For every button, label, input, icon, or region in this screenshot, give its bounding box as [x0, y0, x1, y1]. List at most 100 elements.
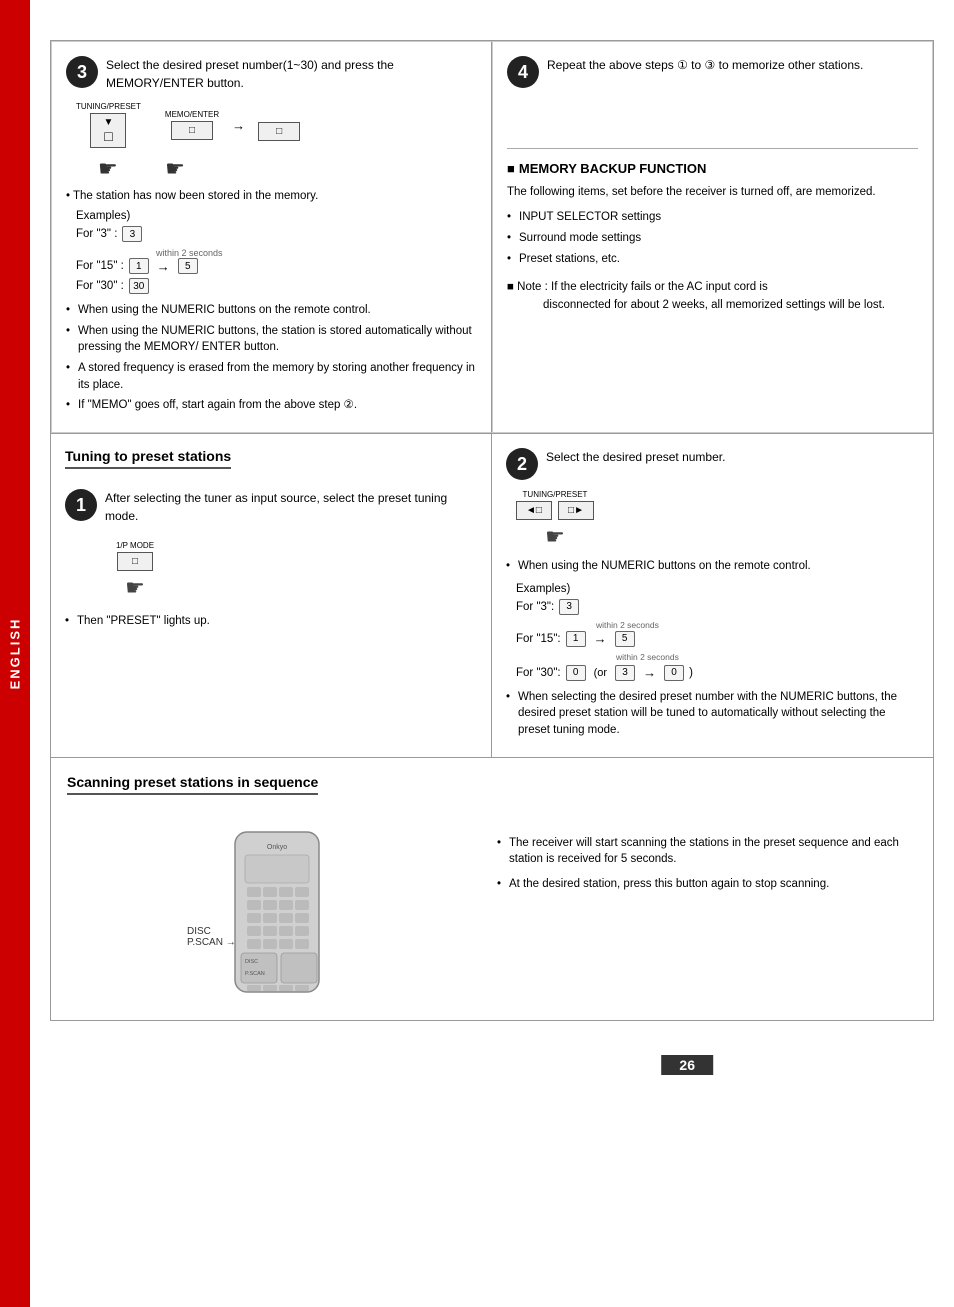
step2-num30-0: 0 [566, 665, 586, 681]
step2-bullets: When using the NUMERIC buttons on the re… [506, 558, 919, 575]
step2-for3-label: For "3": [516, 601, 554, 613]
tuning-grid: Tuning to preset stations 1 After select… [50, 434, 934, 758]
step1-bullet: Then "PRESET" lights up. [65, 613, 477, 630]
tuning-preset-btn-col: TUNING/PRESET ▼□ [76, 102, 141, 148]
step2-arrow: → [594, 631, 607, 646]
within2-label1: within 2 seconds [156, 248, 223, 258]
station-stored-bullet: • The station has now been stored in the… [66, 190, 477, 202]
step2-text: Select the desired preset number. [546, 448, 725, 466]
remote-svg: Onkyo [227, 827, 327, 997]
memory-backup-title: MEMORY BACKUP FUNCTION [507, 161, 918, 176]
num-btn-5: 5 [178, 258, 198, 274]
hand-icon-1: ☛ [98, 156, 118, 181]
backup-item-2: Preset stations, etc. [507, 251, 918, 268]
step2-within2b: within 2 seconds [616, 652, 679, 662]
bullet-erase: A stored frequency is erased from the me… [66, 360, 477, 393]
step2-for30: For "30": 0 (or 3 within 2 seconds → 0 ) [516, 651, 919, 681]
step2-hand: ☛ [545, 524, 565, 550]
manual-page: ENGLISH 3 Select the desired preset numb… [0, 0, 954, 1307]
memory-backup-items: INPUT SELECTOR settings Surround mode se… [507, 209, 918, 267]
for3-label: For "3" : [76, 228, 117, 240]
step2-btn-left: ◄□ [516, 501, 552, 520]
bullet-numeric-remote: When using the NUMERIC buttons on the re… [66, 302, 477, 319]
step3-header: 3 Select the desired preset number(1~30)… [66, 56, 477, 92]
step1-header: 1 After selecting the tuner as input sou… [65, 489, 477, 525]
memory-backup-intro: The following items, set before the rece… [507, 184, 918, 201]
memo-btn2: □ [258, 122, 300, 141]
step2-final-bullets: When selecting the desired preset number… [506, 689, 919, 739]
memo-enter-btn-col: MEMO/ENTER □ [165, 110, 219, 140]
scan-heading: Scanning preset stations in sequence [67, 774, 318, 795]
scanning-section: Scanning preset stations in sequence Onk… [50, 758, 934, 1021]
tuning-step2-cell: 2 Select the desired preset number. TUNI… [492, 434, 933, 757]
memory-backup-section: MEMORY BACKUP FUNCTION The following ite… [507, 148, 918, 315]
step3-text: Select the desired preset number(1~30) a… [106, 56, 477, 92]
mode-btn-group: 1/P MODE □ ☛ [105, 541, 165, 601]
step2-num1: 1 [566, 631, 586, 647]
step4-circle: 4 [507, 56, 539, 88]
remote-area: Onkyo [67, 817, 487, 1000]
memo-enter-label: MEMO/ENTER [165, 110, 219, 119]
bullet-auto-store: When using the NUMERIC buttons, the stat… [66, 323, 477, 356]
step4-memory-cell: 4 Repeat the above steps ① to ③ to memor… [492, 41, 933, 433]
step1-container: 1 After selecting the tuner as input sou… [65, 489, 477, 630]
step4-header: 4 Repeat the above steps ① to ③ to memor… [507, 56, 918, 88]
remote-wrapper: Onkyo [227, 827, 327, 1000]
scan-bullets: The receiver will start scanning the sta… [497, 835, 917, 893]
num-btn-1: 1 [129, 258, 149, 274]
step2-for15: For "15": 1 within 2 seconds → 5 [516, 619, 919, 647]
scan-content: Onkyo [67, 817, 917, 1000]
step3-bullets: When using the NUMERIC buttons on the re… [66, 302, 477, 414]
step2-num5: 5 [615, 631, 635, 647]
step1-circle: 1 [65, 489, 97, 521]
step2-examples: Examples) For "3": 3 For "15": 1 within … [516, 583, 919, 681]
arrow-for15: → [157, 259, 170, 274]
step2-num30-3: 3 [615, 665, 635, 681]
mode-label: 1/P MODE [116, 541, 154, 550]
svg-text:DISC: DISC [245, 959, 258, 965]
svg-text:P.SCAN: P.SCAN [245, 971, 265, 977]
sidebar-label: ENGLISH [8, 618, 23, 690]
main-content: 3 Select the desired preset number(1~30)… [30, 20, 954, 1095]
step4-text: Repeat the above steps ① to ③ to memoriz… [547, 56, 863, 74]
step2-close-paren: ) [689, 667, 693, 679]
step2-num30-end: 0 [664, 665, 684, 681]
step2-within2: within 2 seconds [596, 620, 659, 630]
num-btn-30: 30 [129, 278, 149, 294]
page-number-container: 26 [50, 1037, 934, 1075]
note-prefix: ■ Note : If the electricity fails or the… [507, 281, 768, 293]
for15-row: For "15" : 1 within 2 seconds → 5 [76, 246, 477, 274]
step2-num3: 3 [559, 599, 579, 615]
hand-mode: ☛ [125, 575, 145, 601]
num-btn-3: 3 [122, 226, 142, 242]
examples-section: Examples) For "3" : 3 For "15" : 1 withi… [76, 210, 477, 294]
step2-for3: For "3": 3 [516, 599, 919, 615]
step2-controls: TUNING/PRESET ◄□ □► ☛ [516, 490, 919, 550]
step2-btns: ◄□ □► [516, 501, 594, 520]
note-body: disconnected for about 2 weeks, all memo… [507, 299, 885, 311]
memo-enter-btn: □ [171, 121, 213, 140]
backup-item-1: Surround mode settings [507, 230, 918, 247]
step2-examples-label: Examples) [516, 583, 919, 595]
top-grid: 3 Select the desired preset number(1~30)… [50, 40, 934, 434]
disc-scan-arrow: DISCP.SCAN → [187, 926, 236, 948]
mode-btn: □ [117, 552, 153, 571]
step2-tuning-col: TUNING/PRESET ◄□ □► ☛ [516, 490, 594, 550]
tuning-step1-cell: Tuning to preset stations 1 After select… [51, 434, 492, 757]
scan-bullet-0: The receiver will start scanning the sta… [497, 835, 917, 868]
step2-or: (or [594, 667, 607, 679]
step3-controls: TUNING/PRESET ▼□ MEMO/ENTER □ → □ [76, 102, 477, 148]
step2-arrow2: → [643, 665, 656, 680]
scan-bullet-1: At the desired station, press this butto… [497, 876, 917, 893]
for15-label: For "15" : [76, 260, 124, 272]
svg-text:Onkyo: Onkyo [267, 844, 287, 851]
for3-row: For "3" : 3 [76, 226, 477, 242]
step2-bullet2: When using the NUMERIC buttons on the re… [506, 558, 919, 575]
arrow1: → [232, 118, 245, 133]
examples-label: Examples) [76, 210, 130, 222]
step2-tuning-label: TUNING/PRESET [523, 490, 588, 499]
tuning-preset-label: TUNING/PRESET [76, 102, 141, 111]
step1-text: After selecting the tuner as input sourc… [105, 489, 477, 525]
hand-icon-2: ☛ [161, 156, 185, 182]
sidebar: ENGLISH [0, 0, 30, 1307]
